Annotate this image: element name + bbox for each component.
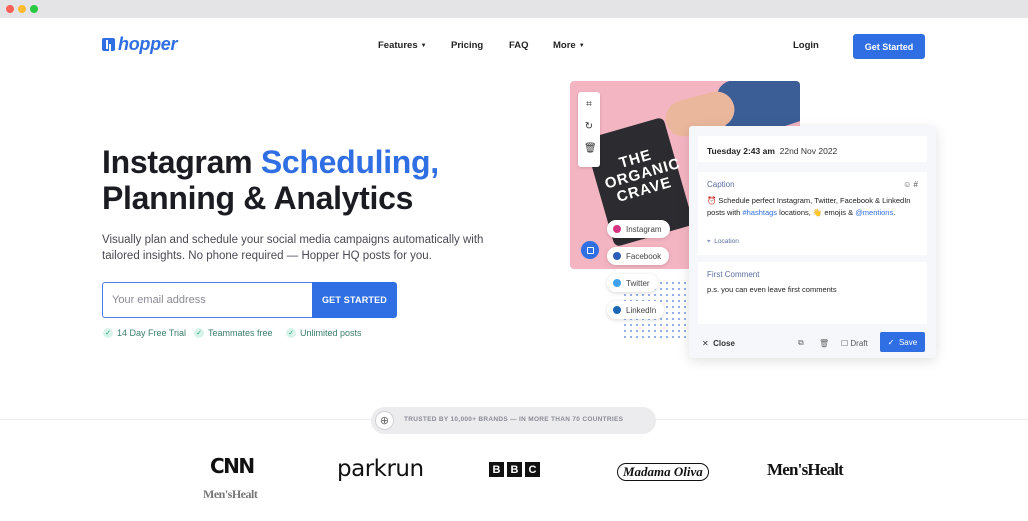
brand-logo-parkrun: parkrun	[337, 456, 424, 482]
location-pin-icon: ⌖	[707, 238, 711, 245]
location-field[interactable]: ⌖ Location	[707, 238, 739, 246]
headline-accent: Scheduling,	[260, 144, 439, 180]
caption-end: .	[893, 208, 896, 217]
linkedin-icon	[613, 306, 621, 314]
first-comment-card[interactable]: First Comment p.s. you can even leave fi…	[698, 262, 927, 324]
trash-icon[interactable]: 🗑	[584, 144, 597, 154]
caption-card[interactable]: Caption ☺ # ⏰ Schedule perfect Instagram…	[698, 172, 927, 255]
check-icon: ✓	[194, 328, 204, 338]
logo-text: hopper	[118, 34, 178, 54]
duplicate-icon[interactable]: ⧉	[798, 338, 804, 348]
headline-part-2: Planning & Analytics	[102, 180, 414, 216]
chevron-down-icon: ▼	[578, 43, 585, 49]
perk-label: Teammates free	[208, 328, 273, 338]
hero-subheading: Visually plan and schedule your social m…	[102, 234, 484, 262]
first-comment-text: p.s. you can even leave first comments	[707, 285, 837, 294]
network-twitter[interactable]: Twitter	[607, 274, 658, 292]
get-started-button[interactable]: Get Started	[853, 34, 925, 59]
schedule-date[interactable]: Tuesday 2:43 am 22nd Nov 2022	[698, 136, 927, 162]
caption-line-1: ⏰ Schedule perfect Instagram, Twitter, F…	[707, 196, 911, 205]
nav-more[interactable]: More ▼	[553, 40, 585, 51]
perk-free-trial: ✓ 14 Day Free Trial	[103, 328, 186, 338]
close-label: Close	[713, 338, 735, 348]
brand-logo-madama-oliva: Madama Oliva	[617, 463, 709, 481]
bbc-letter: B	[507, 462, 522, 477]
perk-label: Unlimited posts	[300, 328, 362, 338]
perk-label: 14 Day Free Trial	[117, 328, 187, 338]
globe-icon: ⊕	[375, 411, 394, 430]
save-button[interactable]: ✓ Save	[880, 332, 925, 352]
nav-features-label: Features	[378, 40, 418, 51]
facebook-icon	[613, 252, 621, 260]
schedule-time: Tuesday 2:43 am	[707, 146, 775, 156]
delete-icon[interactable]: 🗑	[819, 339, 829, 348]
network-label: Twitter	[626, 278, 650, 288]
get-started-cta-button[interactable]: GET STARTED	[312, 282, 397, 318]
network-label: Instagram	[626, 224, 662, 234]
first-comment-label: First Comment	[707, 270, 760, 279]
nav-features[interactable]: Features ▼	[378, 40, 427, 51]
caption-label: Caption	[707, 180, 735, 189]
hopper-logo-icon	[102, 38, 115, 51]
browser-chrome	[0, 0, 1028, 18]
check-icon: ✓	[286, 328, 296, 338]
schedule-post-panel: Tuesday 2:43 am 22nd Nov 2022 Caption ☺ …	[689, 126, 936, 358]
close-icon: ✕	[702, 338, 709, 348]
close-window-dot[interactable]	[6, 5, 14, 13]
caption-text: ⏰ Schedule perfect Instagram, Twitter, F…	[707, 195, 918, 219]
location-label: Location	[714, 238, 739, 245]
headline-part-1: Instagram	[102, 144, 253, 180]
brand-logo-menshealth: Men'sHealt	[203, 487, 258, 501]
hero-headline: Instagram Scheduling, Planning & Analyti…	[102, 144, 542, 216]
nav-pricing[interactable]: Pricing	[451, 40, 483, 51]
trust-badge: ⊕ TRUSTED BY 10,000+ BRANDS — IN MORE TH…	[371, 407, 656, 434]
close-button[interactable]: ✕ Close	[702, 339, 735, 348]
trust-text: TRUSTED BY 10,000+ BRANDS — IN MORE THAN…	[404, 416, 624, 423]
perk-unlimited: ✓ Unlimited posts	[286, 328, 362, 338]
panel-action-bar: ✕ Close ⧉ 🗑 ☐ Draft ✓ Save	[689, 328, 936, 358]
emoji-icon[interactable]: ☺	[903, 180, 911, 189]
check-icon: ✓	[103, 328, 113, 338]
image-tools: ⌗ ↻ 🗑	[578, 92, 600, 167]
draft-checkbox[interactable]: ☐ Draft	[841, 339, 868, 348]
copy-icon[interactable]	[581, 241, 599, 259]
caption-hashtags: #hashtags	[742, 208, 778, 217]
network-facebook[interactable]: Facebook	[607, 247, 670, 265]
rotate-icon[interactable]: ↻	[584, 122, 594, 132]
nav-faq[interactable]: FAQ	[509, 40, 529, 51]
twitter-icon	[613, 279, 621, 287]
brand-logo-cnn: CNN	[210, 454, 255, 478]
save-label: Save	[898, 337, 918, 347]
network-linkedin[interactable]: LinkedIn	[607, 301, 665, 319]
brand-logo-menshealth: Men'sHealt	[767, 460, 844, 479]
check-icon: ✓	[887, 337, 895, 347]
caption-mentions: @mentions	[855, 208, 894, 217]
caption-pre: posts with	[707, 208, 743, 217]
landing-page: hopper Features ▼ Pricing FAQ More ▼ Login…	[0, 18, 1028, 521]
perk-teammates: ✓ Teammates free	[194, 328, 273, 338]
chevron-down-icon: ▼	[420, 43, 427, 49]
checkbox-icon: ☐	[841, 338, 849, 348]
bbc-letter: C	[525, 462, 540, 477]
brand-logo-bbc: B B C	[489, 462, 540, 477]
network-label: LinkedIn	[626, 305, 657, 315]
login-link[interactable]: Login	[793, 40, 819, 51]
bbc-letter: B	[489, 462, 504, 477]
hopper-logo[interactable]: hopper	[102, 34, 178, 55]
crop-icon[interactable]: ⌗	[584, 100, 594, 110]
hash-icon[interactable]: #	[914, 180, 918, 189]
caption-tools: ☺ #	[903, 180, 918, 189]
network-instagram[interactable]: Instagram	[607, 220, 670, 238]
schedule-day: 22nd Nov 2022	[779, 146, 838, 156]
instagram-icon	[613, 225, 621, 233]
email-input[interactable]: Your email address	[102, 282, 312, 318]
nav-more-label: More	[553, 40, 576, 51]
minimize-window-dot[interactable]	[18, 5, 26, 13]
maximize-window-dot[interactable]	[30, 5, 38, 13]
caption-mid: locations, 👋 emojis &	[777, 208, 856, 217]
network-label: Facebook	[626, 251, 662, 261]
draft-label: Draft	[850, 338, 868, 348]
